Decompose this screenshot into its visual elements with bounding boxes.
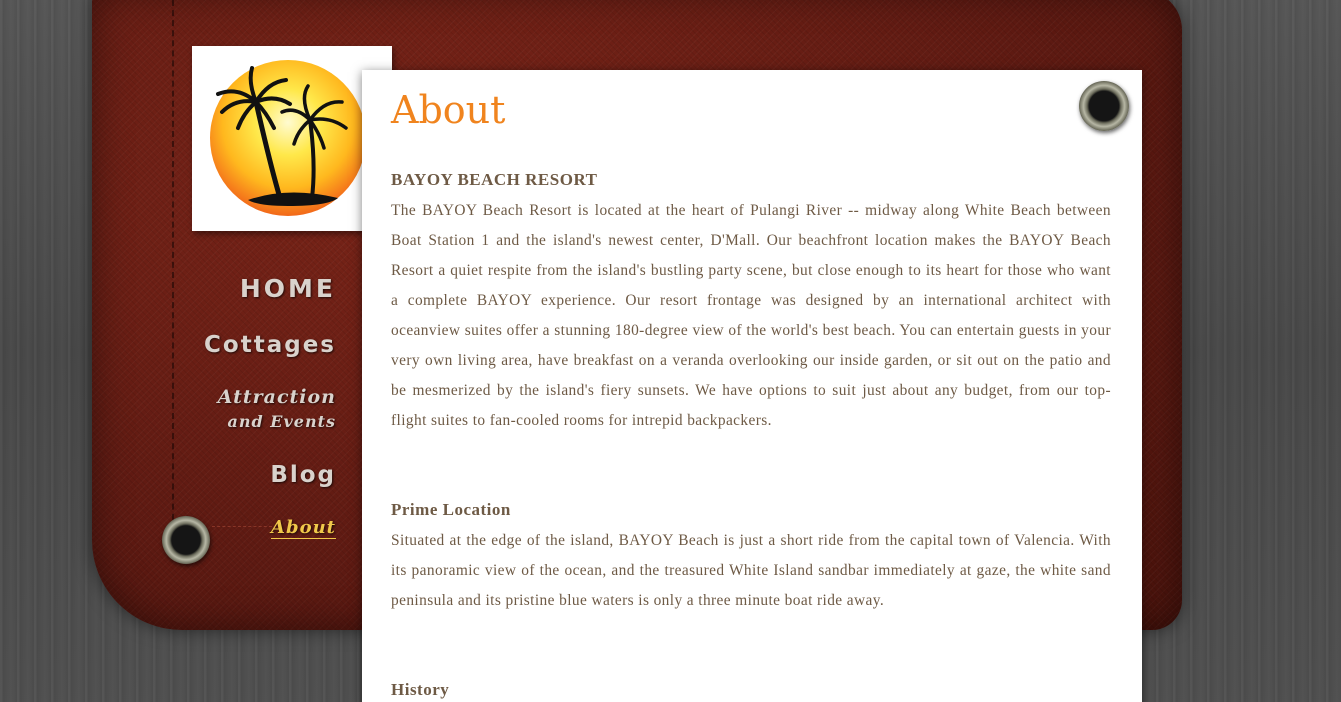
cloth-seam	[172, 0, 174, 560]
page-title: About	[391, 88, 506, 132]
nav-attraction-line1: Attraction	[217, 386, 336, 408]
nav-about-link[interactable]: About	[271, 517, 336, 539]
stitch-line	[212, 526, 272, 527]
section-heading-location: Prime Location	[391, 500, 511, 519]
section-text-resort: The BAYOY Beach Resort is located at the…	[391, 202, 1111, 429]
content-body: About BAYOY BEACH RESORT The BAYOY Beach…	[391, 88, 1111, 699]
nav-blog-link[interactable]: Blog	[270, 462, 336, 488]
content-panel: About BAYOY BEACH RESORT The BAYOY Beach…	[362, 70, 1142, 702]
grommet-icon	[1079, 81, 1129, 131]
sunset-palm-logo-icon	[210, 60, 366, 216]
section-text-location: Situated at the edge of the island, BAYO…	[391, 532, 1111, 609]
nav-attraction-line2: and Events	[227, 412, 336, 431]
nav-attraction-link[interactable]: Attraction and Events	[218, 385, 336, 434]
grommet-icon	[162, 516, 210, 564]
nav-cottages-link[interactable]: Cottages	[204, 332, 336, 358]
section-heading-resort: BAYOY BEACH RESORT	[391, 170, 598, 189]
section-heading-history: History	[391, 680, 450, 699]
nav-home-link[interactable]: HOME	[240, 274, 336, 303]
